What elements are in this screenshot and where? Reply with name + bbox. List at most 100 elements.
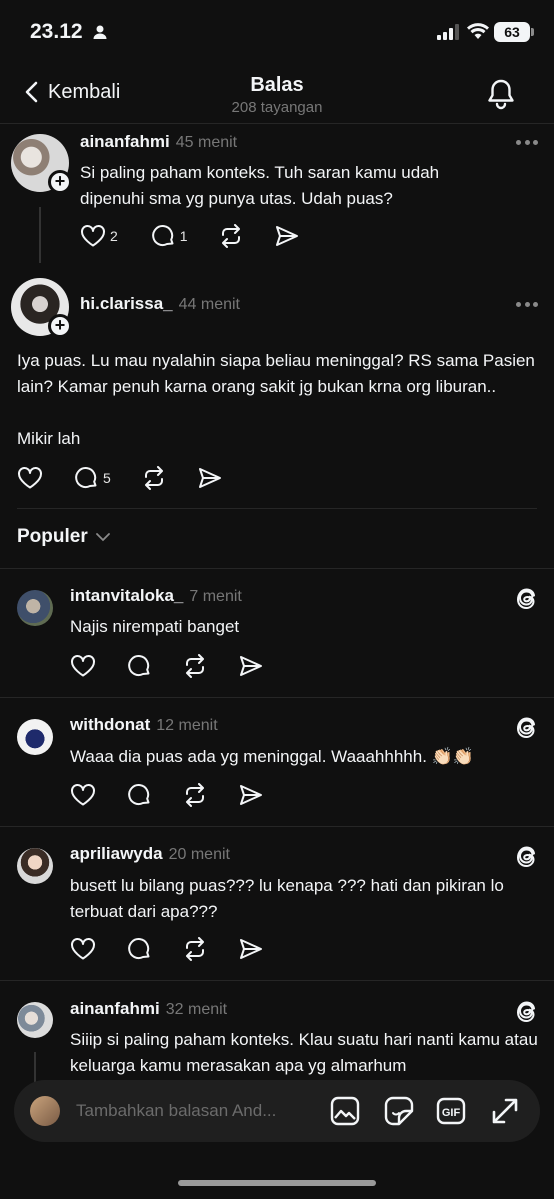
reply-button[interactable] <box>126 937 152 961</box>
svg-text:GIF: GIF <box>442 1107 461 1119</box>
heart-icon <box>18 467 42 489</box>
threads-icon[interactable] <box>514 998 540 1024</box>
signal-icon <box>437 24 459 40</box>
sort-dropdown[interactable]: Populer <box>17 526 110 548</box>
post-username[interactable]: ainanfahmi 45 menit <box>80 132 237 152</box>
comment-icon <box>128 655 150 677</box>
share-button[interactable] <box>238 783 264 807</box>
reply-username[interactable]: ainanfahmi 32 menit <box>70 999 227 1019</box>
username[interactable]: apriliawyda <box>70 844 163 863</box>
share-icon <box>275 226 298 246</box>
repost-button[interactable] <box>182 937 208 961</box>
follow-plus-button[interactable]: + <box>48 314 72 338</box>
post-actions: 5 <box>17 466 223 490</box>
post-username[interactable]: hi.clarissa_ 44 menit <box>80 294 240 314</box>
expand-icon[interactable] <box>490 1096 520 1126</box>
username[interactable]: withdonat <box>70 715 150 734</box>
divider <box>0 826 554 827</box>
repost-button[interactable] <box>141 466 167 490</box>
repost-icon <box>221 224 240 248</box>
reply-text: Siiip si paling paham konteks. Klau suat… <box>70 1030 538 1075</box>
comment-icon <box>128 938 150 960</box>
wifi-icon <box>467 23 489 39</box>
reply-compose-bar[interactable]: Tambahkan balasan And... GIF <box>14 1080 540 1142</box>
reply-time: 20 menit <box>168 846 230 863</box>
avatar[interactable] <box>17 848 53 884</box>
share-icon <box>240 785 262 805</box>
post-time: 45 menit <box>175 134 238 151</box>
avatar[interactable] <box>17 1002 53 1038</box>
reply-username[interactable]: withdonat 12 menit <box>70 715 218 735</box>
like-count: 2 <box>110 228 118 244</box>
reply-button[interactable] <box>126 783 152 807</box>
threads-icon[interactable] <box>514 843 540 869</box>
follow-plus-button[interactable]: + <box>48 170 72 194</box>
username[interactable]: hi.clarissa_ <box>80 294 173 313</box>
page-title: Balas <box>250 74 304 96</box>
reply-button[interactable] <box>126 654 152 678</box>
reply-time: 32 menit <box>165 1001 228 1018</box>
username[interactable]: ainanfahmi <box>80 132 170 151</box>
avatar[interactable] <box>17 590 53 626</box>
share-icon <box>240 656 262 676</box>
post-time: 44 menit <box>178 296 240 313</box>
reply-actions <box>70 783 264 807</box>
reply-button[interactable]: 1 <box>150 224 188 248</box>
repost-button[interactable] <box>182 654 208 678</box>
more-icon[interactable] <box>516 302 538 308</box>
comment-icon <box>152 225 174 247</box>
threads-icon[interactable] <box>514 585 540 611</box>
share-button[interactable] <box>274 224 300 248</box>
chevron-down-icon <box>95 533 110 542</box>
threads-icon[interactable] <box>514 714 540 740</box>
share-button[interactable] <box>197 466 223 490</box>
reply-count: 1 <box>179 228 188 244</box>
username[interactable]: ainanfahmi <box>70 999 160 1018</box>
title-group: Balas 208 tayangan <box>0 74 554 116</box>
like-button[interactable] <box>70 654 96 678</box>
repost-icon <box>186 783 204 807</box>
like-button[interactable] <box>70 937 96 961</box>
repost-button[interactable] <box>182 783 208 807</box>
reply-input-placeholder[interactable]: Tambahkan balasan And... <box>76 1101 276 1121</box>
reply-text: Najis nirempati banget <box>70 617 240 636</box>
avatar[interactable] <box>17 719 53 755</box>
sticker-icon[interactable] <box>384 1096 414 1126</box>
reply-time: 12 menit <box>156 717 218 734</box>
more-icon[interactable] <box>516 140 538 146</box>
reply-text: busett lu bilang puas??? lu kenapa ??? h… <box>70 876 504 921</box>
post-text: Iya puas. Lu mau nyalahin siapa beliau m… <box>17 351 535 396</box>
reply-count: 5 <box>103 470 111 486</box>
status-time: 23.12 <box>30 20 83 43</box>
repost-icon <box>186 937 204 961</box>
divider <box>17 508 537 509</box>
post-text-line-2: Mikir lah <box>17 429 81 448</box>
reply-username[interactable]: apriliawyda 20 menit <box>70 844 230 864</box>
share-button[interactable] <box>238 937 264 961</box>
bell-icon[interactable] <box>486 78 516 110</box>
reply-button[interactable]: 5 <box>73 466 111 490</box>
heart-icon <box>81 225 105 247</box>
like-button[interactable]: 2 <box>80 224 118 248</box>
share-icon <box>240 939 262 959</box>
like-button[interactable] <box>17 466 43 490</box>
repost-button[interactable] <box>218 224 244 248</box>
gif-icon[interactable]: GIF <box>436 1096 466 1126</box>
image-icon[interactable] <box>330 1096 360 1126</box>
home-indicator[interactable] <box>178 1180 376 1186</box>
reply-time: 7 menit <box>189 588 242 605</box>
reply-username[interactable]: intanvitaloka_ 7 menit <box>70 586 242 606</box>
repost-icon <box>186 654 204 678</box>
like-button[interactable] <box>70 783 96 807</box>
thread-line <box>34 1052 36 1082</box>
username[interactable]: intanvitaloka_ <box>70 586 183 605</box>
reply-actions <box>70 937 264 961</box>
divider <box>0 980 554 981</box>
share-button[interactable] <box>238 654 264 678</box>
battery-indicator: 63 <box>494 22 530 42</box>
header: Kembali Balas 208 tayangan <box>0 64 554 124</box>
heart-icon <box>71 784 95 806</box>
heart-icon <box>71 938 95 960</box>
divider <box>0 568 554 569</box>
status-bar: 23.12 63 <box>0 0 554 64</box>
